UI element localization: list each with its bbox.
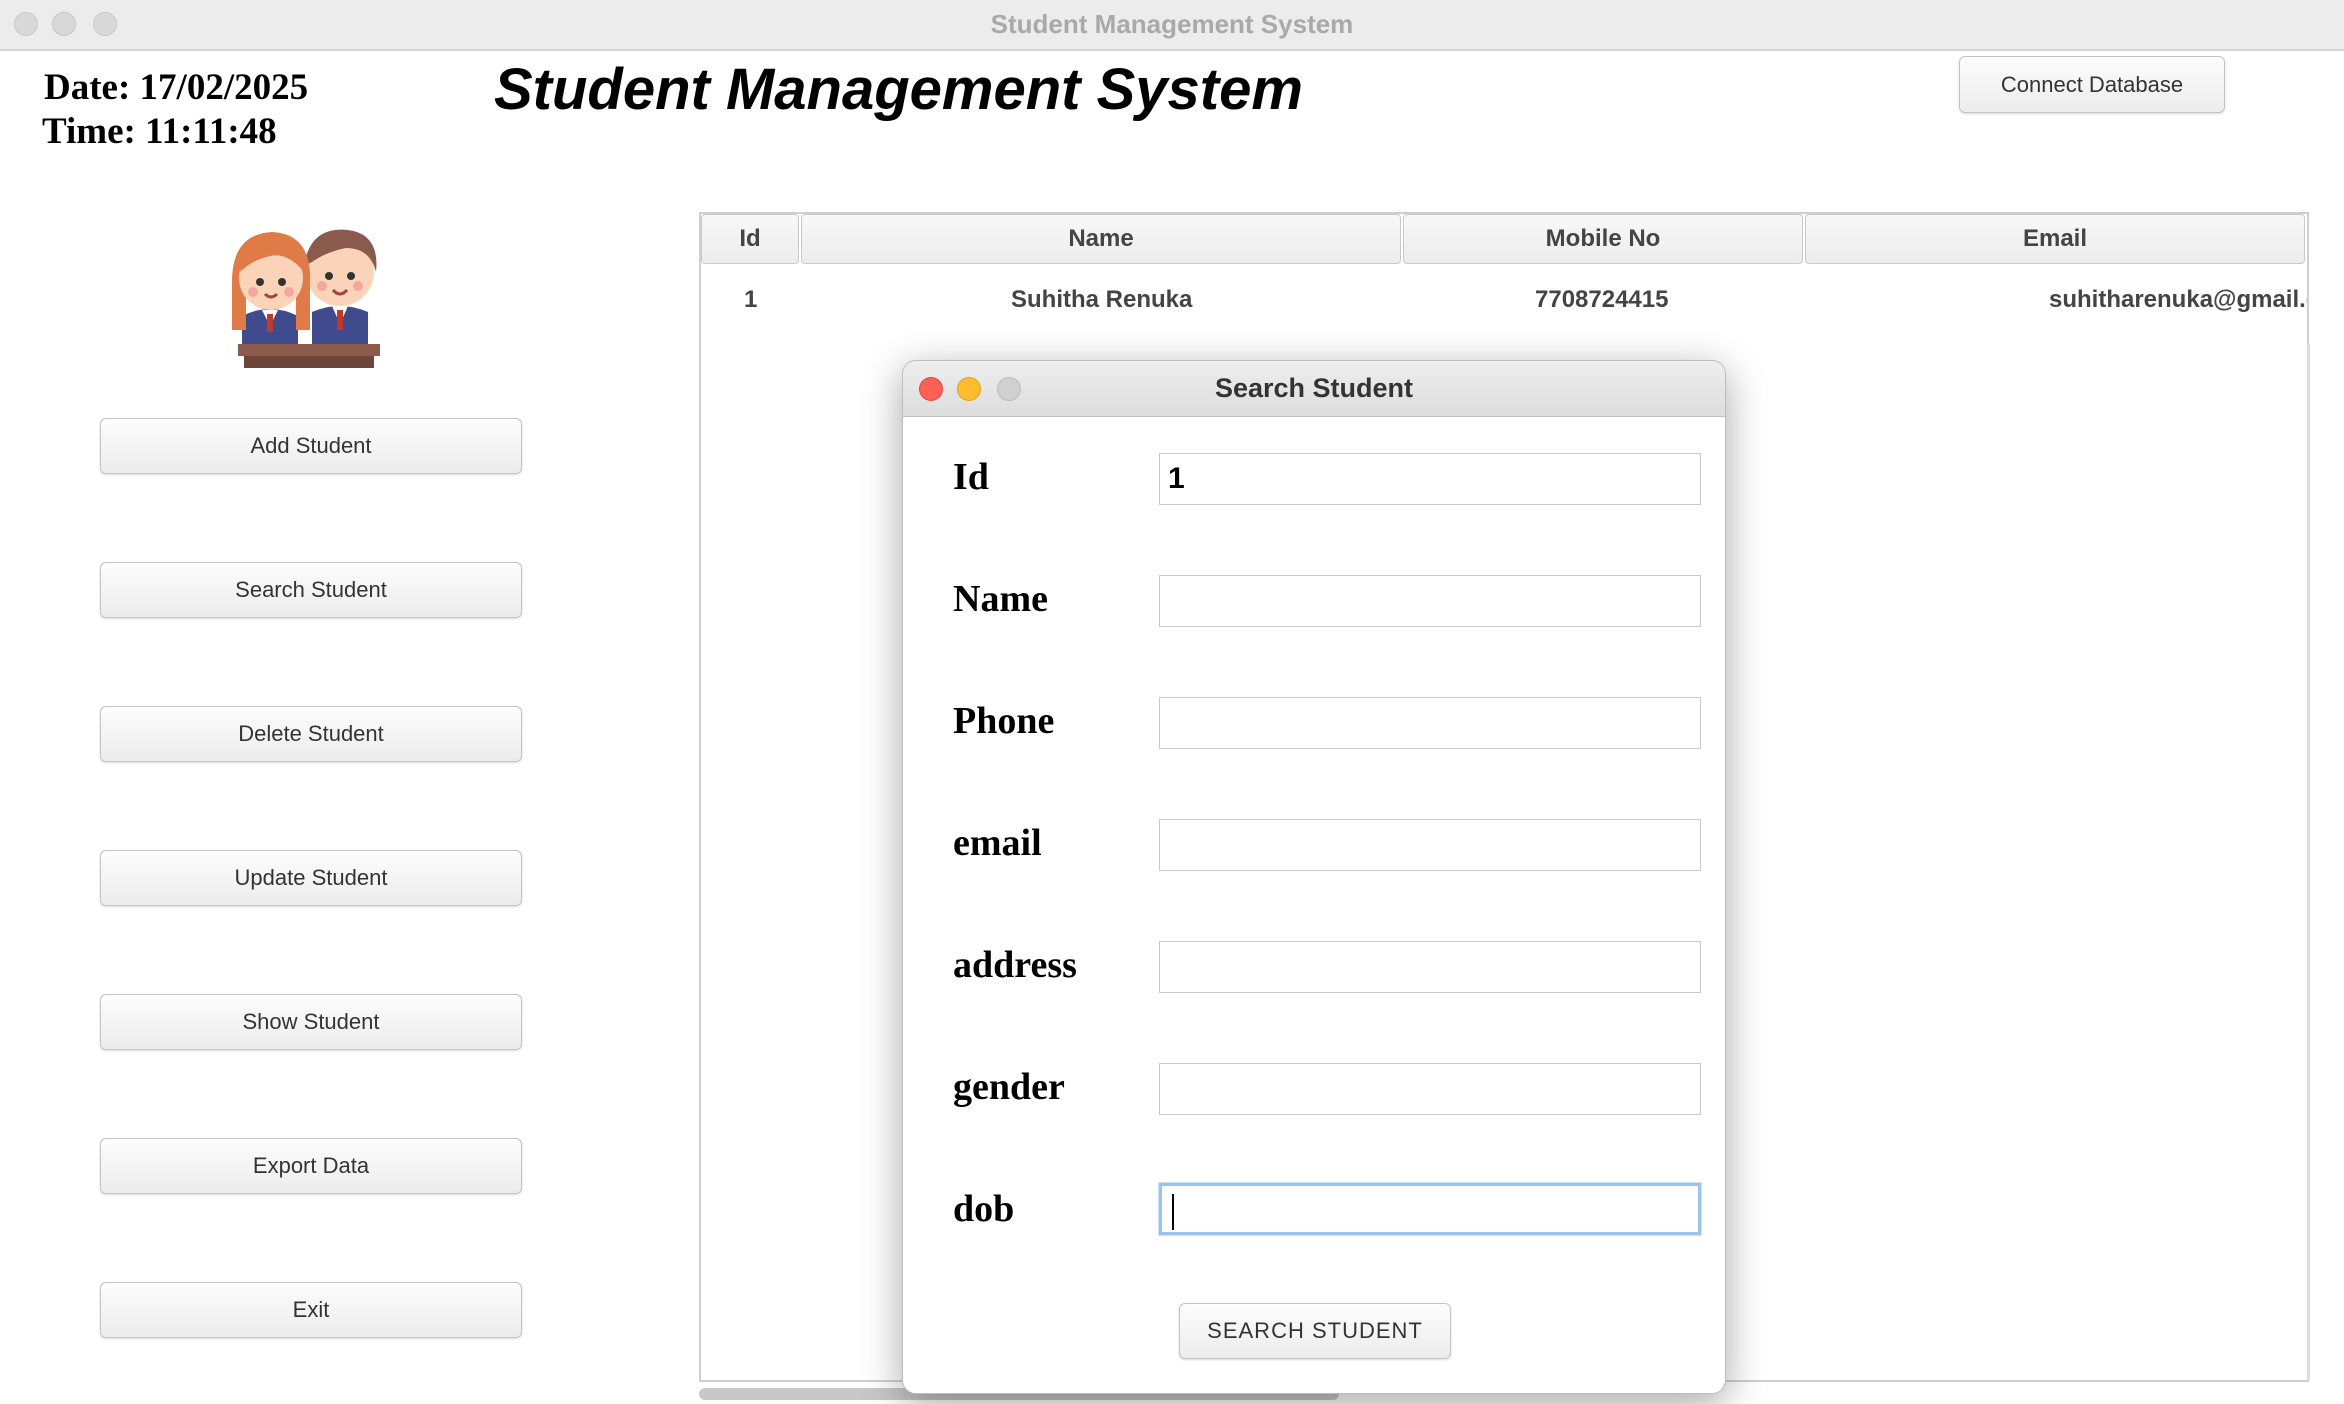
students-avatar-icon	[232, 229, 380, 368]
table-header: Id Name Mobile No Email	[701, 214, 2307, 264]
connect-database-button[interactable]: Connect Database	[1959, 56, 2225, 113]
cell-name: Suhitha Renuka	[1011, 286, 1193, 313]
date-label: Date: 17/02/2025	[44, 67, 309, 108]
window-title: Student Management System	[990, 9, 1354, 39]
gender-field[interactable]	[1159, 1063, 1701, 1115]
cell-id: 1	[744, 286, 758, 313]
id-field[interactable]: 1	[1159, 453, 1701, 505]
dialog-titlebar: Search Student	[903, 361, 1725, 417]
column-header-id[interactable]: Id	[701, 214, 799, 264]
phone-field[interactable]	[1159, 697, 1701, 749]
vertical-scrollbar[interactable]	[2307, 344, 2310, 1380]
dob-label: dob	[953, 1188, 1015, 1230]
address-field[interactable]	[1159, 941, 1701, 993]
search-student-dialog: Search Student Id 1 Name Phone email add…	[902, 360, 1726, 1394]
column-header-name[interactable]: Name	[801, 214, 1401, 264]
delete-student-button[interactable]: Delete Student	[100, 706, 522, 762]
gender-label: gender	[953, 1066, 1065, 1108]
datetime-panel: Date: 17/02/2025 Time: 11:11:48	[42, 66, 309, 154]
phone-label: Phone	[953, 700, 1055, 742]
window-titlebar: Student Management System	[0, 0, 2344, 51]
exit-button[interactable]: Exit	[100, 1282, 522, 1338]
name-label: Name	[953, 578, 1048, 620]
id-label: Id	[953, 456, 989, 498]
update-student-button[interactable]: Update Student	[100, 850, 522, 906]
name-field[interactable]	[1159, 575, 1701, 627]
export-data-button[interactable]: Export Data	[100, 1138, 522, 1194]
email-label: email	[953, 822, 1042, 864]
search-student-button[interactable]: Search Student	[100, 562, 522, 618]
text-caret	[1172, 1194, 1174, 1231]
column-header-mobile[interactable]: Mobile No	[1403, 214, 1803, 264]
email-field[interactable]	[1159, 819, 1701, 871]
show-student-button[interactable]: Show Student	[100, 994, 522, 1050]
cell-email: suhitharenuka@gmail.c	[2049, 286, 2309, 313]
cell-mobile: 7708724415	[1535, 286, 1669, 313]
column-header-email[interactable]: Email	[1805, 214, 2305, 264]
dialog-title: Search Student	[1214, 373, 1414, 403]
search-student-submit-button[interactable]: SEARCH STUDENT	[1179, 1303, 1451, 1359]
page-title: Student Management System	[494, 57, 1303, 122]
add-student-button[interactable]: Add Student	[100, 418, 522, 474]
address-label: address	[953, 944, 1077, 986]
time-label: Time: 11:11:48	[42, 111, 277, 152]
dob-field[interactable]	[1159, 1183, 1701, 1235]
table-row[interactable]: 1 Suhitha Renuka 7708724415 suhitharenuk…	[701, 286, 2309, 326]
